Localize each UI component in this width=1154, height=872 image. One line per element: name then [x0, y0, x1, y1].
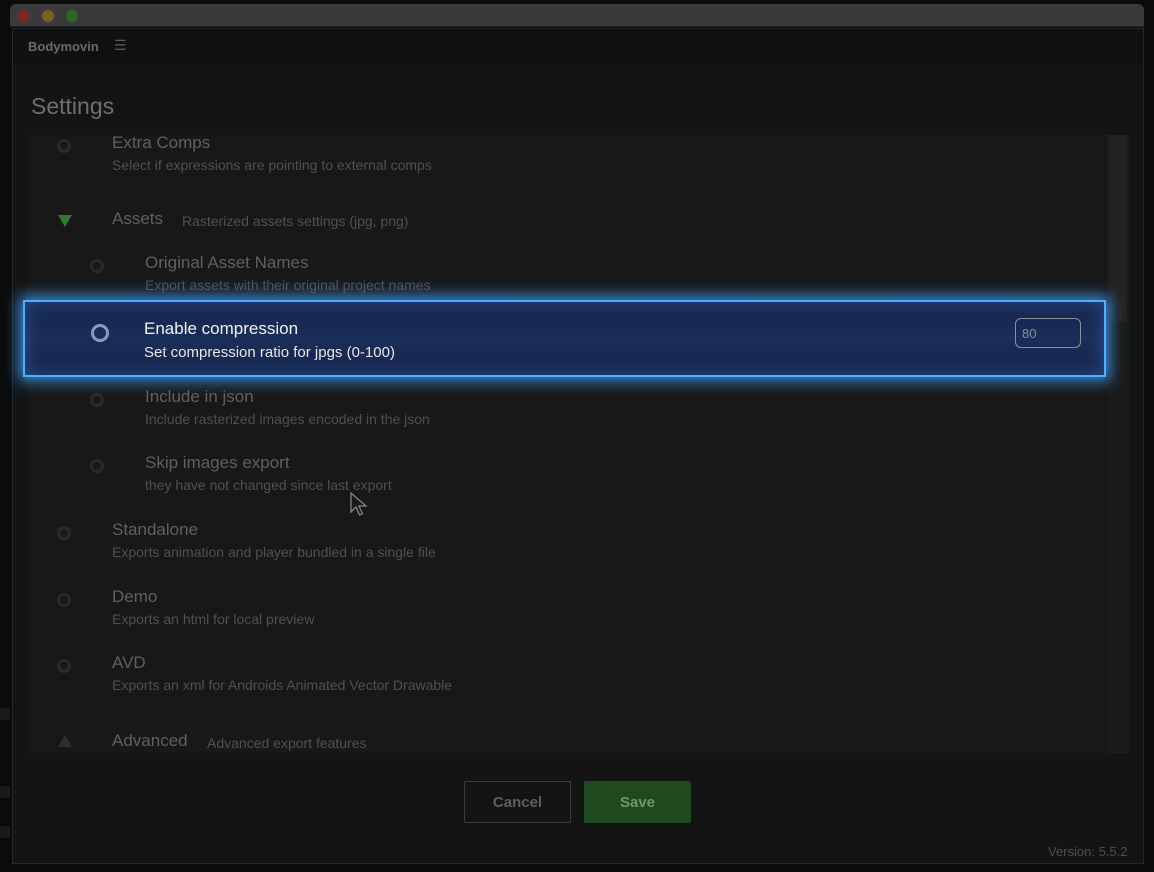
collapse-triangle-icon[interactable]: [58, 735, 72, 747]
settings-list: Extra Comps Select if expressions are po…: [27, 135, 1107, 753]
expand-triangle-icon[interactable]: [58, 215, 72, 227]
minimize-window-button[interactable]: [42, 10, 54, 22]
compression-ratio-input[interactable]: [1015, 318, 1081, 348]
setting-desc: Include rasterized images encoded in the…: [145, 411, 430, 427]
version-label: Version: 5.5.2: [1048, 844, 1128, 859]
extra-comps-radio[interactable]: [57, 139, 71, 153]
demo-radio[interactable]: [57, 593, 71, 607]
section-title: Advanced: [112, 731, 188, 750]
setting-desc: Exports animation and player bundled in …: [112, 544, 436, 560]
section-title: Assets: [112, 209, 164, 228]
standalone-radio[interactable]: [57, 526, 71, 540]
skip-images-export-radio[interactable]: [90, 459, 104, 473]
original-asset-names-radio[interactable]: [90, 259, 104, 273]
panel-topbar: Bodymovin ☰: [13, 29, 1143, 65]
setting-title: AVD: [112, 653, 146, 672]
setting-desc: they have not changed since last export: [145, 477, 392, 493]
hamburger-menu-icon[interactable]: ☰: [114, 37, 127, 54]
setting-title: Extra Comps: [112, 135, 211, 152]
setting-title: Standalone: [112, 520, 199, 539]
setting-desc: Export assets with their original projec…: [145, 277, 431, 293]
setting-desc: Exports an html for local preview: [112, 611, 315, 627]
section-subtitle: Advanced export features: [207, 735, 367, 751]
app-name: Bodymovin: [28, 39, 99, 54]
mouse-cursor-icon: [350, 492, 368, 516]
enable-compression-radio[interactable]: [91, 324, 109, 342]
bodymovin-panel: Bodymovin ☰ Settings Extra Comps Select …: [12, 28, 1144, 864]
setting-desc: Select if expressions are pointing to ex…: [112, 157, 432, 173]
setting-title: Original Asset Names: [145, 253, 309, 272]
setting-title: Enable compression: [144, 319, 299, 338]
scrollbar-thumb[interactable]: [1109, 135, 1127, 321]
setting-enable-compression[interactable]: Enable compression Set compression ratio…: [23, 300, 1106, 377]
close-window-button[interactable]: [18, 10, 30, 22]
setting-desc: Exports an xml for Androids Animated Vec…: [112, 677, 453, 693]
background-fragment: [0, 826, 10, 838]
window-titlebar: [10, 4, 1144, 27]
avd-radio[interactable]: [57, 659, 71, 673]
include-in-json-radio[interactable]: [90, 393, 104, 407]
setting-title: Demo: [112, 587, 158, 606]
background-fragment: [0, 786, 10, 798]
page-title: Settings: [31, 93, 115, 119]
setting-title: Include in json: [145, 387, 254, 406]
cancel-button[interactable]: Cancel: [464, 781, 571, 823]
setting-title: Skip images export: [145, 453, 290, 472]
maximize-window-button[interactable]: [66, 10, 78, 22]
save-button[interactable]: Save: [584, 781, 691, 823]
setting-desc: Set compression ratio for jpgs (0-100): [144, 344, 395, 361]
background-fragment: [0, 708, 10, 720]
section-subtitle: Rasterized assets settings (jpg, png): [182, 213, 409, 229]
